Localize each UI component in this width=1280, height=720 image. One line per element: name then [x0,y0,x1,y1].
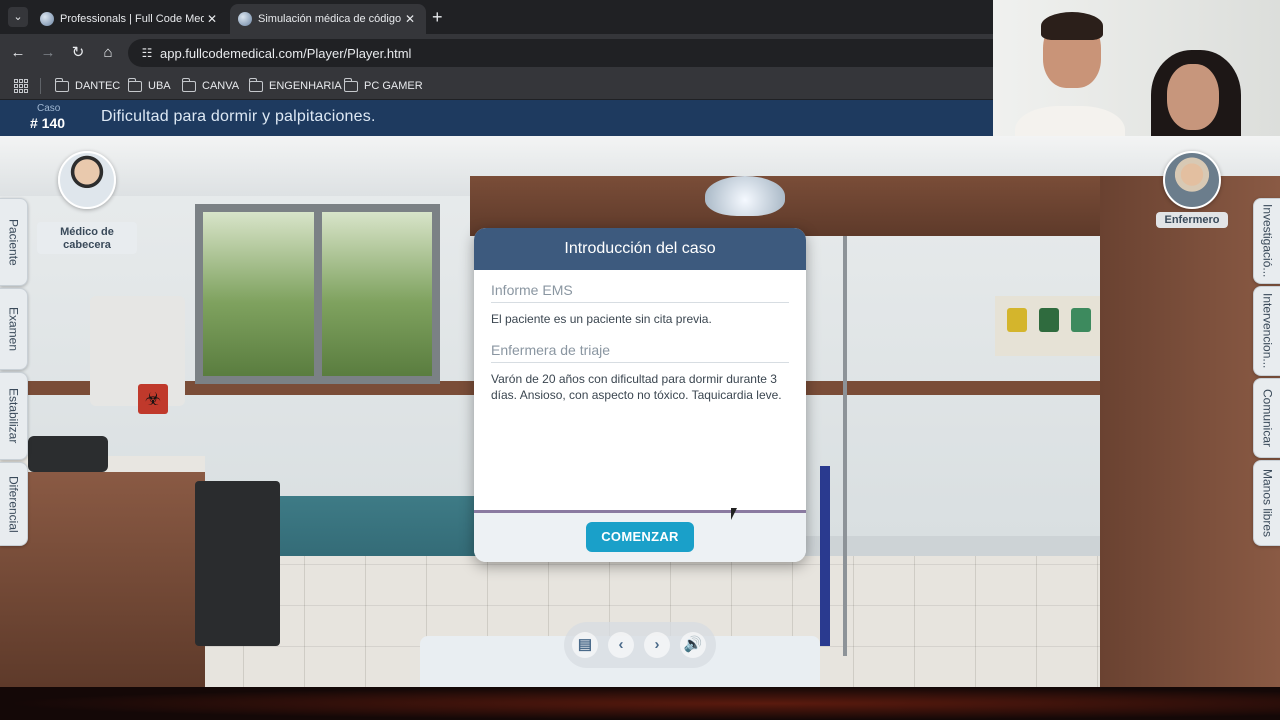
dialog-footer: COMENZAR [474,510,806,562]
bookmark-label: ENGENHARIA [269,80,342,92]
background-strip [0,687,1280,720]
upper-cabinet [470,176,1110,236]
tab-label: Diferencial [6,475,21,533]
tab-label: Examen [6,306,21,352]
tab-label: Paciente [6,218,21,266]
tab-examen[interactable]: Examen [0,288,28,370]
close-tab-icon[interactable]: ✕ [204,12,220,26]
tab-title: Professionals | Full Code Medic [60,13,204,25]
section-text-triage: Varón de 20 años con dificultad para dor… [491,371,782,403]
site-info-icon[interactable]: ☷ [134,46,160,60]
previous-icon[interactable]: ‹ [608,632,634,658]
participant-2 [1143,50,1253,136]
dialog-title: Introducción del caso [474,228,806,270]
webcam-overlay [993,0,1280,136]
bookmark-label: PC GAMER [364,80,423,92]
nurse-label: Enfermero [1156,212,1228,228]
tab-label: Manos libres [1260,468,1275,538]
tab-search-button[interactable]: ⌄ [8,7,28,27]
bed-rail [820,466,830,646]
doctor-avatar[interactable] [58,151,116,209]
tab-professionals[interactable]: Professionals | Full Code Medic ✕ [32,4,228,34]
case-title: Dificultad para dormir y palpitaciones. [101,108,376,125]
site-favicon-icon [40,12,54,26]
bookmark-uba[interactable]: UBA [127,77,171,95]
divider [40,78,41,94]
folder-icon [343,77,358,92]
start-button[interactable]: COMENZAR [586,522,694,552]
reload-icon[interactable]: ↻ [67,42,89,64]
tab-comunicar[interactable]: Comunicar [1253,378,1280,458]
tab-manos-libres[interactable]: Manos libres [1253,460,1280,546]
bookmark-dantec[interactable]: DANTEC [54,77,121,95]
tab-title: Simulación médica de código c [258,13,402,25]
home-icon[interactable]: ⌂ [97,42,119,64]
tab-intervencion[interactable]: Intervencion... [1253,286,1280,376]
bookmark-label: DANTEC [75,80,121,92]
next-icon[interactable]: › [644,632,670,658]
participant-1 [1015,12,1125,136]
tab-investigacion[interactable]: Investigació... [1253,198,1280,284]
bookmark-canva[interactable]: CANVA [181,77,240,95]
case-intro-dialog: Introducción del caso Informe EMS El pac… [474,228,806,562]
forward-arrow-icon[interactable]: → [37,42,59,64]
url-text: app.fullcodemedical.com/Player/Player.ht… [160,45,412,61]
new-tab-button[interactable]: + [432,7,443,27]
trash-bin [195,481,280,646]
playback-controls: ▤ ‹ › 🔊 [564,622,716,668]
folder-icon [127,77,142,92]
room-window [195,204,440,384]
nurse-avatar[interactable] [1163,151,1221,209]
tab-label: Comunicar [1260,388,1275,448]
tab-label: Investigació... [1260,204,1275,278]
iv-pole [843,236,847,656]
sound-icon[interactable]: 🔊 [680,632,706,658]
section-heading-ems: Informe EMS [491,282,789,303]
folder-icon [54,77,69,92]
case-number: # 140 [30,115,66,131]
bookmark-engenharia[interactable]: ENGENHARIA [248,77,342,95]
case-label: Caso [37,103,61,114]
section-text-ems: El paciente es un paciente sin cita prev… [491,312,712,326]
close-tab-icon[interactable]: ✕ [402,12,418,26]
tab-diferencial[interactable]: Diferencial [0,462,28,546]
folder-icon [181,77,196,92]
notes-icon[interactable]: ▤ [572,632,598,658]
back-arrow-icon[interactable]: ← [7,42,29,64]
tab-paciente[interactable]: Paciente [0,198,28,286]
tab-estabilizar[interactable]: Estabilizar [0,372,28,460]
dialog-body: Informe EMS El paciente es un paciente s… [474,270,806,510]
bookmark-label: CANVA [202,80,240,92]
desk-phone [28,436,108,472]
tab-simulacion[interactable]: Simulación médica de código c ✕ [230,4,426,34]
folder-icon [248,77,263,92]
site-favicon-icon [238,12,252,26]
apps-grid-icon[interactable] [14,79,28,93]
counter-cabinet [0,456,205,687]
tab-label: Estabilizar [6,388,21,444]
bookmark-label: UBA [148,80,171,92]
tab-label: Intervencion... [1260,293,1275,369]
sharps-container: ☣ [90,296,185,414]
biohazard-icon: ☣ [138,384,168,414]
section-heading-triage: Enfermera de triaje [491,342,789,363]
mouse-cursor-icon [731,508,737,520]
surgical-lamp [705,176,785,216]
wall-gas-panel [995,296,1100,356]
bookmark-pc-gamer[interactable]: PC GAMER [343,77,423,95]
doctor-label: Médico de cabecera [37,222,137,254]
